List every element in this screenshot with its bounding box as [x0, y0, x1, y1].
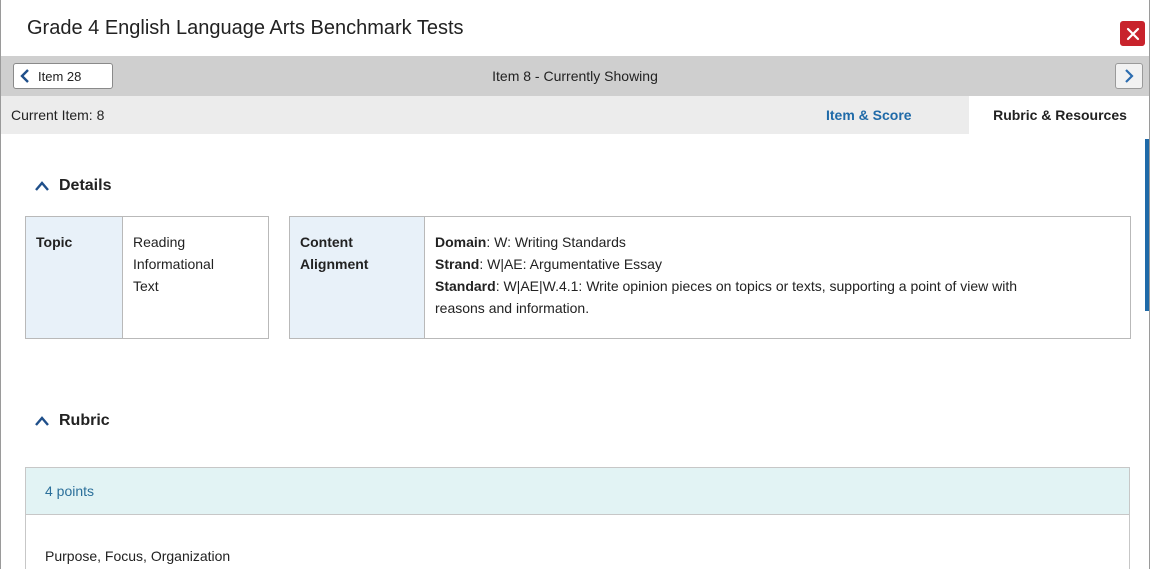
current-item-label: Current Item: 8 — [11, 107, 105, 123]
chevron-up-icon — [35, 181, 49, 191]
chevron-up-icon — [35, 416, 49, 426]
rubric-panel: 4 points Purpose, Focus, Organization — [25, 467, 1130, 569]
content-alignment-value: Domain: W: Writing Standards Strand: W|A… — [424, 216, 1131, 339]
content-alignment-label: Content Alignment — [289, 216, 425, 339]
details-section-toggle[interactable]: Details — [35, 177, 111, 195]
rubric-section-toggle[interactable]: Rubric — [35, 412, 110, 430]
tab-item-score[interactable]: Item & Score — [826, 96, 912, 134]
rubric-criterion: Purpose, Focus, Organization — [45, 548, 231, 564]
previous-item-button[interactable]: Item 28 — [13, 63, 113, 89]
scrollbar-thumb[interactable] — [1145, 139, 1149, 311]
dialog-title: Grade 4 English Language Arts Benchmark … — [27, 16, 464, 39]
topic-value: Reading Informational Text — [122, 216, 269, 339]
tab-bar: Current Item: 8 Item & Score Rubric & Re… — [1, 96, 1149, 134]
item-nav-bar: Item 28 Item 8 - Currently Showing — [1, 56, 1149, 96]
rubric-heading: Rubric — [59, 412, 110, 429]
content-alignment-table: Content Alignment Domain: W: Writing Sta… — [289, 216, 1131, 339]
rubric-points-header: 4 points — [26, 468, 1129, 515]
close-button[interactable] — [1120, 21, 1145, 46]
next-item-button[interactable] — [1115, 63, 1143, 89]
details-heading: Details — [59, 177, 112, 194]
previous-item-label: Item 28 — [38, 68, 82, 84]
topic-table: Topic Reading Informational Text — [25, 216, 269, 339]
tab-rubric-resources[interactable]: Rubric & Resources — [969, 96, 1149, 134]
chevron-right-icon — [1125, 69, 1134, 83]
current-item-status: Item 8 - Currently Showing — [492, 68, 658, 84]
chevron-left-icon — [20, 69, 29, 83]
topic-label: Topic — [25, 216, 123, 339]
title-bar: Grade 4 English Language Arts Benchmark … — [1, 0, 1149, 56]
close-icon — [1126, 27, 1139, 40]
dialog-window: Grade 4 English Language Arts Benchmark … — [0, 0, 1150, 569]
